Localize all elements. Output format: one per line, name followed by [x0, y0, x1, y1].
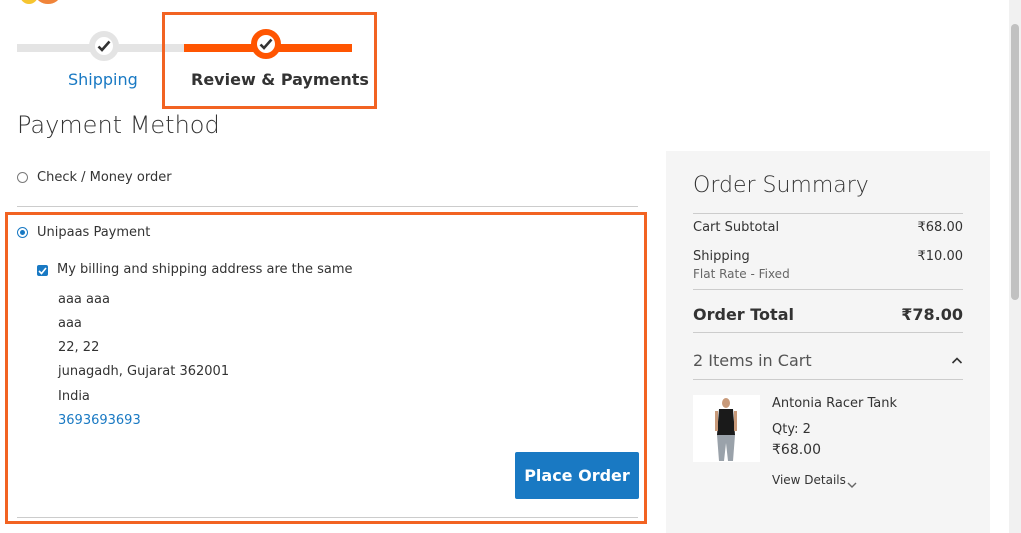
shipping-label: Shipping [693, 249, 750, 264]
check-money-order-radio[interactable] [17, 172, 28, 183]
order-total-value: ₹78.00 [901, 305, 963, 324]
logo-orange-dot [36, 0, 60, 4]
payment-method-title: Payment Method [17, 111, 220, 139]
current-step-highlight [162, 12, 377, 109]
payment-divider-top [17, 206, 638, 207]
page-scrollbar-thumb[interactable] [1011, 24, 1019, 300]
items-in-cart-toggle[interactable]: 2 Items in Cart [693, 351, 812, 370]
address-city-region-zip: junagadh, Gujarat 362001 [58, 364, 230, 379]
address-phone-link[interactable]: 3693693693 [58, 413, 141, 428]
chevron-down-icon[interactable] [847, 474, 857, 493]
cart-subtotal-label: Cart Subtotal [693, 220, 780, 235]
same-address-checkbox[interactable] [37, 265, 48, 276]
order-total-label: Order Total [693, 305, 794, 324]
summary-divider-4 [693, 379, 963, 380]
summary-divider-1 [693, 213, 963, 214]
address-company: aaa [58, 316, 82, 331]
order-summary-title: Order Summary [693, 173, 869, 198]
address-street: 22, 22 [58, 340, 100, 355]
shipping-value: ₹10.00 [917, 249, 964, 264]
product-name: Antonia Racer Tank [772, 396, 897, 411]
step-shipping-link[interactable]: Shipping [68, 70, 138, 89]
product-thumbnail[interactable] [693, 395, 760, 462]
payment-divider-bottom [17, 517, 638, 518]
view-details-toggle[interactable]: View Details [772, 473, 846, 487]
address-country: India [58, 389, 90, 404]
shipping-step-check-icon[interactable] [89, 31, 119, 61]
order-summary-panel: Order Summary Cart Subtotal ₹68.00 Shipp… [666, 151, 990, 533]
chevron-up-icon[interactable] [951, 351, 963, 370]
unipaas-payment-radio[interactable] [17, 227, 28, 238]
product-qty: Qty: 2 [772, 422, 811, 437]
summary-divider-3 [693, 332, 963, 333]
check-money-order-label[interactable]: Check / Money order [37, 170, 172, 185]
place-order-button[interactable]: Place Order [515, 452, 639, 499]
shipping-method-label: Flat Rate - Fixed [693, 267, 790, 281]
summary-divider-2 [693, 289, 963, 290]
cart-subtotal-value: ₹68.00 [917, 220, 964, 235]
same-address-label[interactable]: My billing and shipping address are the … [57, 262, 353, 277]
address-name: aaa aaa [58, 292, 110, 307]
product-price: ₹68.00 [772, 442, 821, 458]
logo-yellow-dot [20, 0, 38, 4]
unipaas-payment-label[interactable]: Unipaas Payment [37, 225, 150, 240]
page-scrollbar[interactable] [1009, 0, 1021, 533]
